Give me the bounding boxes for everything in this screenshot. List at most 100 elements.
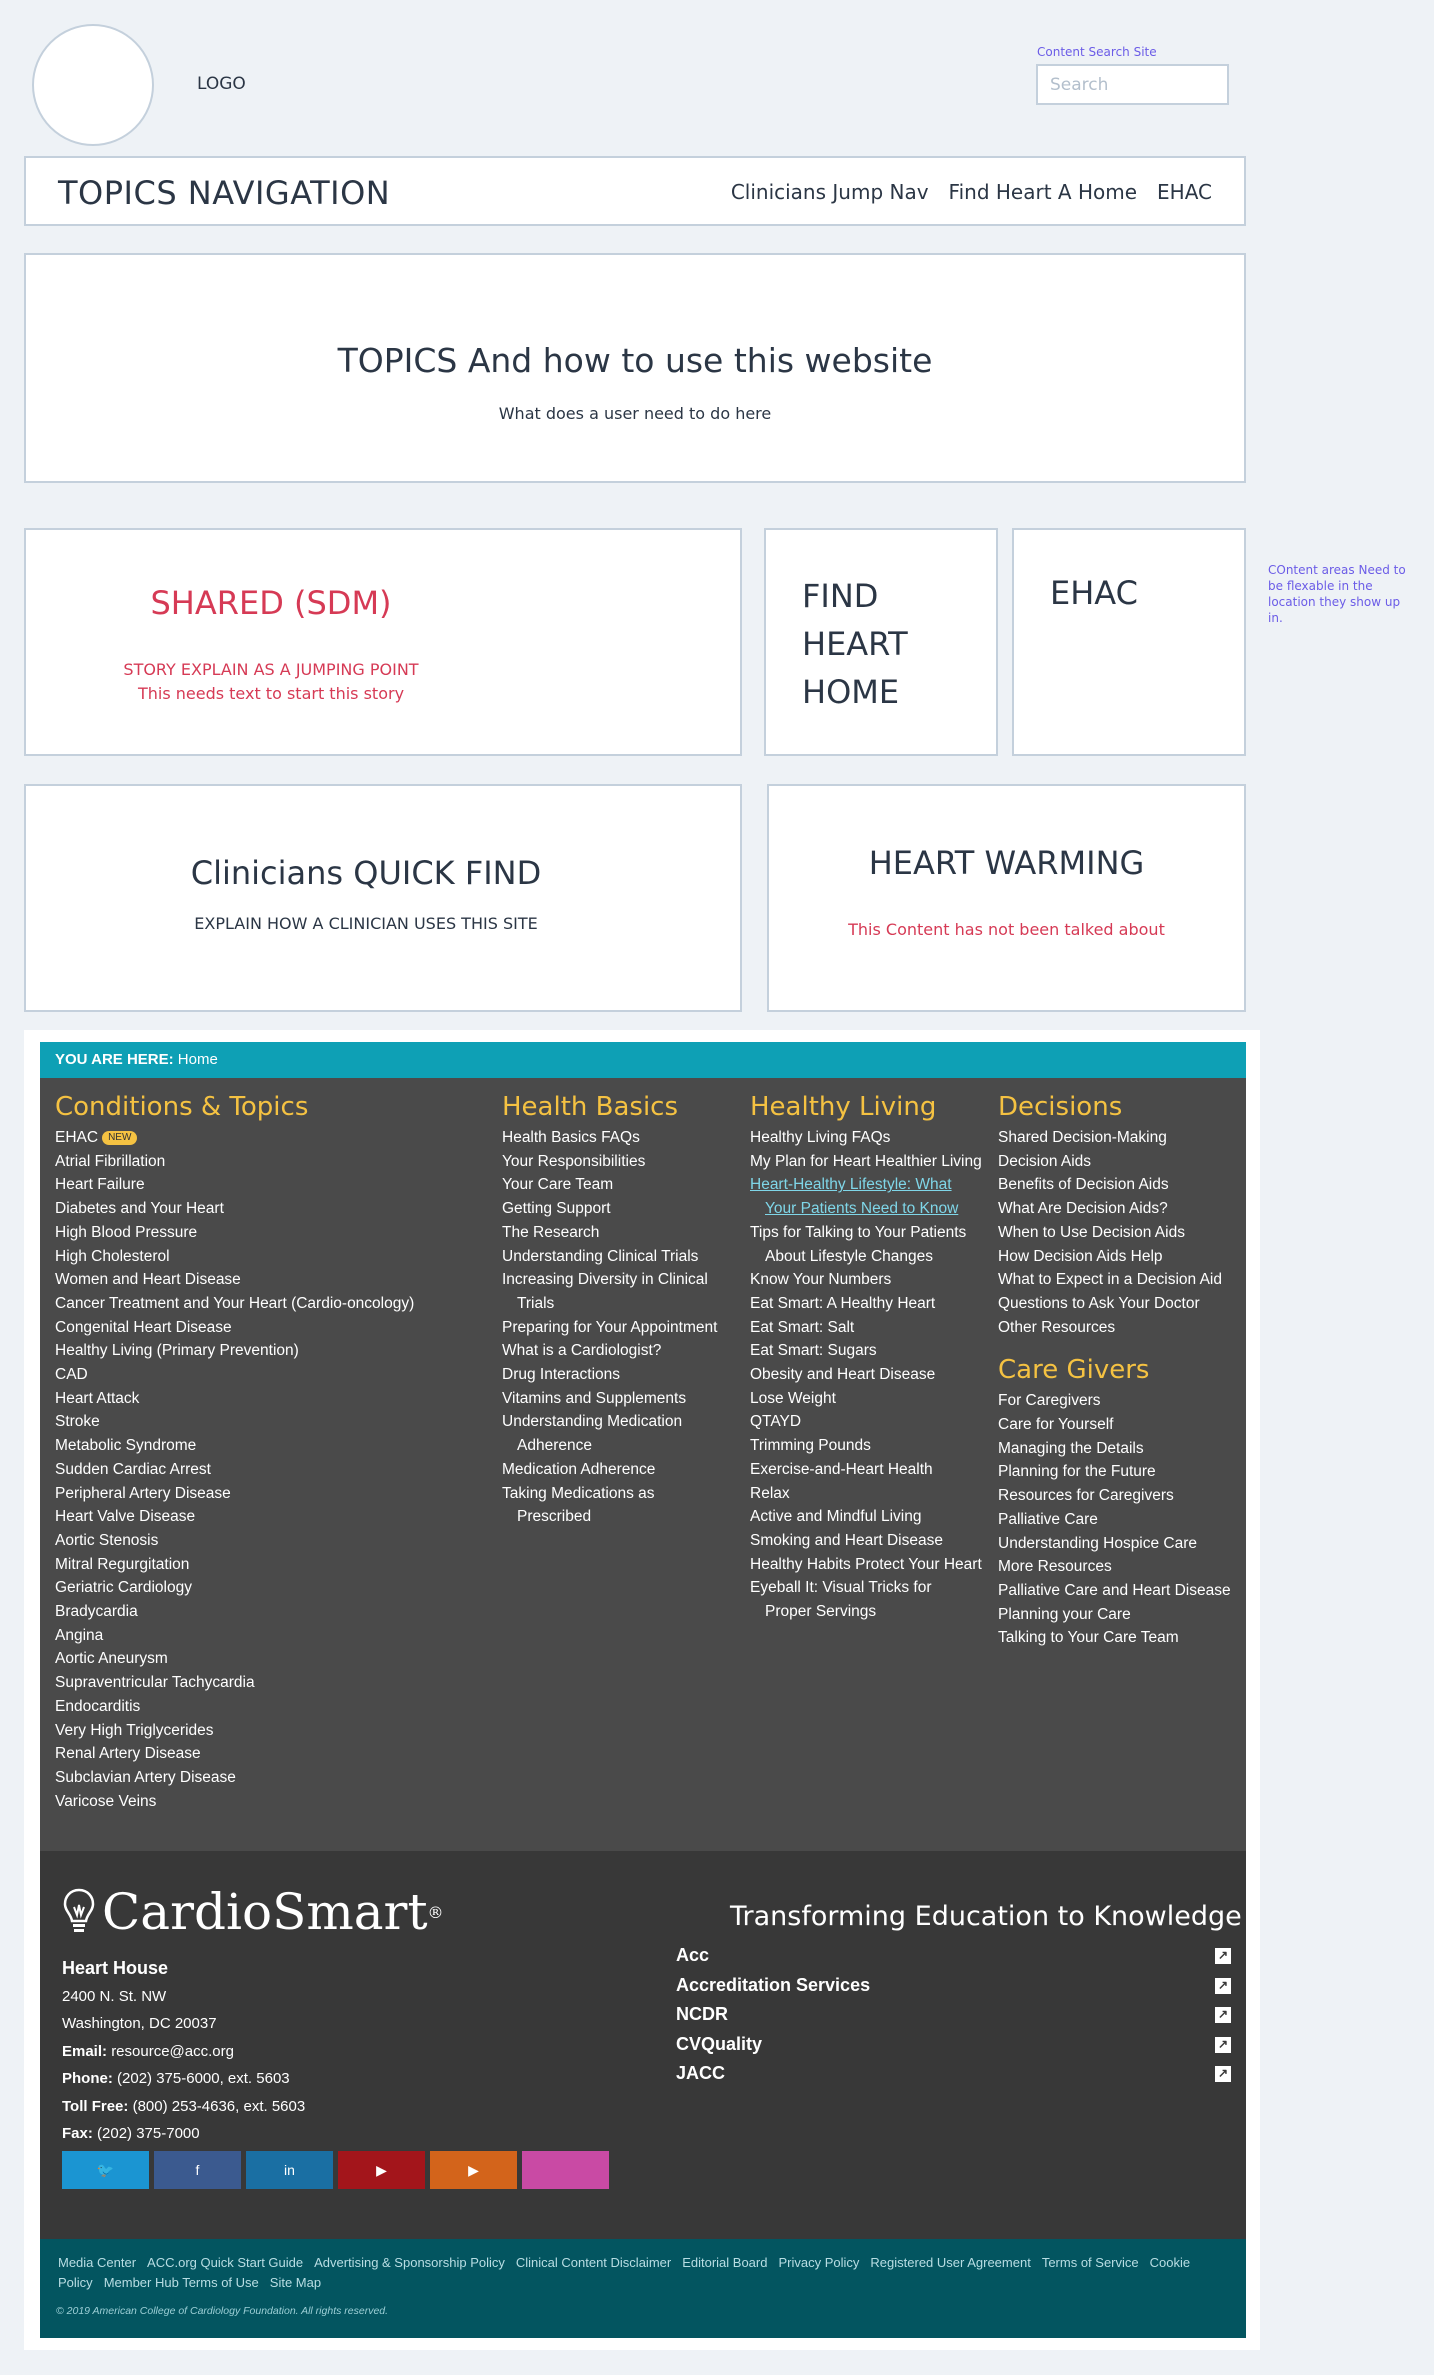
sitemap-link-taking-medications-as-prescribed[interactable]: Taking Medications as Prescribed — [502, 1482, 732, 1529]
sitemap-link-understanding-medication-adherence[interactable]: Understanding Medication Adherence — [502, 1410, 732, 1457]
sitemap-link-the-research[interactable]: The Research — [502, 1221, 732, 1245]
sitemap-link-endocarditis[interactable]: Endocarditis — [55, 1695, 475, 1719]
sitemap-link-angina[interactable]: Angina — [55, 1624, 475, 1648]
sitemap-link-renal-artery-disease[interactable]: Renal Artery Disease — [55, 1742, 475, 1766]
sitemap-link-heart-valve-disease[interactable]: Heart Valve Disease — [55, 1505, 475, 1529]
sitemap-link-healthy-living-faqs[interactable]: Healthy Living FAQs — [750, 1126, 982, 1150]
sitemap-link-heart-failure[interactable]: Heart Failure — [55, 1173, 475, 1197]
logo-placeholder[interactable] — [32, 24, 154, 146]
nav-link-clinicians-jump[interactable]: Clinicians Jump Nav — [731, 180, 929, 204]
sitemap-link-subclavian-artery-disease[interactable]: Subclavian Artery Disease — [55, 1766, 475, 1790]
sitemap-link-supraventricular-tachycardia[interactable]: Supraventricular Tachycardia — [55, 1671, 475, 1695]
sitemap-link-managing-the-details[interactable]: Managing the Details — [998, 1437, 1238, 1461]
sitemap-link-decision-aids[interactable]: Decision Aids — [998, 1150, 1238, 1174]
sitemap-link-high-cholesterol[interactable]: High Cholesterol — [55, 1245, 475, 1269]
sitemap-link-cad[interactable]: CAD — [55, 1363, 475, 1387]
sitemap-link-smoking-and-heart-disease[interactable]: Smoking and Heart Disease — [750, 1529, 982, 1553]
facebook-icon[interactable]: f — [154, 2151, 241, 2189]
sitemap-link-ehac[interactable]: EHAC NEW — [55, 1126, 475, 1150]
google-play-icon[interactable]: ▶ — [430, 2151, 517, 2189]
sitemap-link-palliative-care-and-heart-disease[interactable]: Palliative Care and Heart Disease — [998, 1579, 1238, 1603]
sitemap-link-planning-your-care[interactable]: Planning your Care — [998, 1603, 1238, 1627]
sitemap-link-questions-to-ask-your-doctor[interactable]: Questions to Ask Your Doctor — [998, 1292, 1238, 1316]
sitemap-link-benefits-of-decision-aids[interactable]: Benefits of Decision Aids — [998, 1173, 1238, 1197]
sitemap-link-heart-healthy-lifestyle-what-your-patients-need-to-know[interactable]: Heart-Healthy Lifestyle: What Your Patie… — [750, 1173, 982, 1220]
search-input[interactable] — [1036, 64, 1229, 105]
sitemap-link-very-high-triglycerides[interactable]: Very High Triglycerides — [55, 1719, 475, 1743]
sitemap-link-understanding-hospice-care[interactable]: Understanding Hospice Care — [998, 1532, 1238, 1556]
org-link-ncdr[interactable]: NCDR ↗ — [676, 2000, 1231, 2030]
legal-link-acc-org-quick-start-guide[interactable]: ACC.org Quick Start Guide — [147, 2255, 303, 2270]
sitemap-link-your-care-team[interactable]: Your Care Team — [502, 1173, 732, 1197]
org-link-acc[interactable]: Acc ↗ — [676, 1941, 1231, 1971]
sitemap-link-when-to-use-decision-aids[interactable]: When to Use Decision Aids — [998, 1221, 1238, 1245]
sitemap-link-other-resources[interactable]: Other Resources — [998, 1316, 1238, 1340]
sitemap-link-diabetes-and-your-heart[interactable]: Diabetes and Your Heart — [55, 1197, 475, 1221]
heart-warming-card[interactable]: HEART WARMING This Content has not been … — [767, 784, 1246, 1012]
sitemap-link-getting-support[interactable]: Getting Support — [502, 1197, 732, 1221]
sitemap-link-shared-decision-making[interactable]: Shared Decision-Making — [998, 1126, 1238, 1150]
linkedin-icon[interactable]: in — [246, 2151, 333, 2189]
sitemap-link-active-and-mindful-living[interactable]: Active and Mindful Living — [750, 1505, 982, 1529]
twitter-icon[interactable]: 🐦 — [62, 2151, 149, 2189]
sitemap-link-varicose-veins[interactable]: Varicose Veins — [55, 1790, 475, 1814]
legal-link-editorial-board[interactable]: Editorial Board — [682, 2255, 767, 2270]
sitemap-link-what-is-a-cardiologist[interactable]: What is a Cardiologist? — [502, 1339, 732, 1363]
clinicians-quick-find-card[interactable]: Clinicians QUICK FIND EXPLAIN HOW A CLIN… — [24, 784, 742, 1012]
nav-link-ehac[interactable]: EHAC — [1157, 180, 1212, 204]
sitemap-link-atrial-fibrillation[interactable]: Atrial Fibrillation — [55, 1150, 475, 1174]
sitemap-link-your-responsibilities[interactable]: Your Responsibilities — [502, 1150, 732, 1174]
sitemap-link-eat-smart-a-healthy-heart[interactable]: Eat Smart: A Healthy Heart — [750, 1292, 982, 1316]
sitemap-link-understanding-clinical-trials[interactable]: Understanding Clinical Trials — [502, 1245, 732, 1269]
sitemap-link-bradycardia[interactable]: Bradycardia — [55, 1600, 475, 1624]
sitemap-link-trimming-pounds[interactable]: Trimming Pounds — [750, 1434, 982, 1458]
org-link-jacc[interactable]: JACC ↗ — [676, 2059, 1231, 2089]
org-link-accreditation-services[interactable]: Accreditation Services ↗ — [676, 1971, 1231, 2001]
sitemap-link-planning-for-the-future[interactable]: Planning for the Future — [998, 1460, 1238, 1484]
legal-link-privacy-policy[interactable]: Privacy Policy — [778, 2255, 859, 2270]
sitemap-link-eat-smart-salt[interactable]: Eat Smart: Salt — [750, 1316, 982, 1340]
sitemap-link-for-caregivers[interactable]: For Caregivers — [998, 1389, 1238, 1413]
sitemap-link-healthy-habits-protect-your-heart[interactable]: Healthy Habits Protect Your Heart — [750, 1553, 982, 1577]
sitemap-link-my-plan-for-heart-healthier-living[interactable]: My Plan for Heart Healthier Living — [750, 1150, 982, 1174]
sitemap-link-talking-to-your-care-team[interactable]: Talking to Your Care Team — [998, 1626, 1238, 1650]
sitemap-link-resources-for-caregivers[interactable]: Resources for Caregivers — [998, 1484, 1238, 1508]
youtube-icon[interactable]: ▶ — [338, 2151, 425, 2189]
sitemap-link-drug-interactions[interactable]: Drug Interactions — [502, 1363, 732, 1387]
legal-link-advertising-sponsorship-policy[interactable]: Advertising & Sponsorship Policy — [314, 2255, 505, 2270]
sitemap-link-metabolic-syndrome[interactable]: Metabolic Syndrome — [55, 1434, 475, 1458]
sitemap-link-mitral-regurgitation[interactable]: Mitral Regurgitation — [55, 1553, 475, 1577]
sitemap-link-eat-smart-sugars[interactable]: Eat Smart: Sugars — [750, 1339, 982, 1363]
org-link-cvquality[interactable]: CVQuality ↗ — [676, 2030, 1231, 2060]
sitemap-link-preparing-for-your-appointment[interactable]: Preparing for Your Appointment — [502, 1316, 732, 1340]
legal-link-site-map[interactable]: Site Map — [270, 2275, 321, 2290]
sitemap-link-what-to-expect-in-a-decision-aid[interactable]: What to Expect in a Decision Aid — [998, 1268, 1238, 1292]
breadcrumb-current[interactable]: Home — [178, 1051, 218, 1068]
sitemap-link-peripheral-artery-disease[interactable]: Peripheral Artery Disease — [55, 1482, 475, 1506]
sitemap-link-qtayd[interactable]: QTAYD — [750, 1410, 982, 1434]
legal-link-media-center[interactable]: Media Center — [58, 2255, 136, 2270]
sitemap-link-cancer-treatment-and-your-heart-cardio-oncology[interactable]: Cancer Treatment and Your Heart (Cardio-… — [55, 1292, 475, 1316]
sitemap-link-health-basics-faqs[interactable]: Health Basics FAQs — [502, 1126, 732, 1150]
email-link[interactable]: resource@acc.org — [111, 2043, 234, 2060]
sitemap-link-heart-attack[interactable]: Heart Attack — [55, 1387, 475, 1411]
sitemap-link-aortic-aneurysm[interactable]: Aortic Aneurysm — [55, 1647, 475, 1671]
legal-link-registered-user-agreement[interactable]: Registered User Agreement — [870, 2255, 1030, 2270]
sitemap-link-what-are-decision-aids[interactable]: What Are Decision Aids? — [998, 1197, 1238, 1221]
sitemap-link-aortic-stenosis[interactable]: Aortic Stenosis — [55, 1529, 475, 1553]
legal-link-terms-of-service[interactable]: Terms of Service — [1042, 2255, 1139, 2270]
sitemap-link-how-decision-aids-help[interactable]: How Decision Aids Help — [998, 1245, 1238, 1269]
ehac-card[interactable]: EHAC — [1012, 528, 1246, 756]
sitemap-link-women-and-heart-disease[interactable]: Women and Heart Disease — [55, 1268, 475, 1292]
nav-link-find-heart-home[interactable]: Find Heart A Home — [949, 180, 1137, 204]
apple-icon[interactable] — [522, 2151, 609, 2189]
find-heart-home-card[interactable]: FIND HEART HOME — [764, 528, 998, 756]
sitemap-link-healthy-living-primary-prevention[interactable]: Healthy Living (Primary Prevention) — [55, 1339, 475, 1363]
sitemap-link-more-resources[interactable]: More Resources — [998, 1555, 1238, 1579]
sitemap-link-increasing-diversity-in-clinical-trials[interactable]: Increasing Diversity in Clinical Trials — [502, 1268, 732, 1315]
sitemap-link-high-blood-pressure[interactable]: High Blood Pressure — [55, 1221, 475, 1245]
sitemap-link-palliative-care[interactable]: Palliative Care — [998, 1508, 1238, 1532]
sitemap-link-stroke[interactable]: Stroke — [55, 1410, 475, 1434]
sitemap-link-know-your-numbers[interactable]: Know Your Numbers — [750, 1268, 982, 1292]
sitemap-link-obesity-and-heart-disease[interactable]: Obesity and Heart Disease — [750, 1363, 982, 1387]
